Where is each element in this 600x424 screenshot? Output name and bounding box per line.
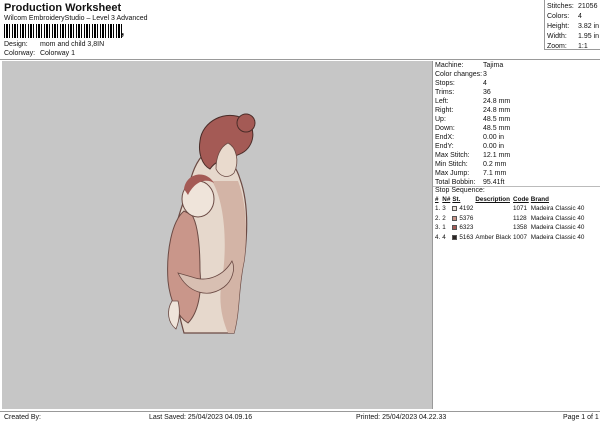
info-color-changes: Color changes:3	[435, 71, 487, 78]
footer-created-by: Created By:	[4, 414, 41, 421]
design-preview	[2, 61, 432, 409]
info-stops: Stops: 4	[435, 80, 487, 87]
stop-sequence-header: # N# St. Description Code Brand	[434, 195, 585, 204]
color-swatch	[452, 225, 458, 231]
info-up: Up: 48.5 mm	[435, 116, 511, 123]
color-swatch	[452, 215, 458, 221]
info-machine: Machine: Tajima	[435, 62, 504, 69]
hair-bun	[236, 113, 256, 133]
page-title: Production Worksheet	[4, 2, 122, 14]
header-divider	[0, 59, 600, 60]
barcode-comma: ,	[121, 24, 125, 38]
table-row: 4. 4 5163 Amber Black 1007 Madeira Class…	[435, 233, 585, 241]
footer-last-saved: Last Saved: 25/04/2023 04.09.16	[149, 414, 253, 421]
stop-sequence-table: # N# St. Description Code Brand 1. 3 419…	[434, 195, 585, 242]
info-endy: EndY: 0.00 in	[435, 143, 505, 150]
app-subtitle: Wilcom EmbroideryStudio – Level 3 Advanc…	[4, 15, 148, 22]
col-brand: Brand	[530, 196, 549, 203]
footer-page: Page 1 of 1	[563, 414, 599, 421]
info-min-stitch: Min Stitch: 0.2 mm	[435, 161, 507, 168]
stat-height: Height: 3.82 in	[547, 23, 600, 30]
info-left: Left: 24.8 mm	[435, 98, 511, 105]
stop-sequence-title: Stop Sequence:	[435, 187, 485, 194]
col-n: N#	[442, 196, 451, 203]
colorway-label: Colorway:	[4, 50, 36, 57]
footer-printed: Printed: 25/04/2023 04.22.33	[356, 414, 447, 421]
stat-width: Width: 1.95 in	[547, 33, 600, 40]
color-swatch	[452, 206, 458, 212]
color-swatch	[452, 234, 458, 240]
table-row: 2. 2 5376 1128 Madeira Classic 40	[435, 214, 585, 222]
table-row: 1. 3 4192 1071 Madeira Classic 40	[435, 205, 585, 213]
stat-stitches: Stitches: 21056	[547, 3, 598, 10]
colorway-value: Colorway 1	[39, 50, 75, 57]
footer: Created By: Last Saved: 25/04/2023 04.09…	[0, 411, 600, 424]
info-max-stitch: Max Stitch: 12.1 mm	[435, 152, 511, 159]
design-row: Design: mom and child 3,8IN	[4, 41, 104, 48]
stat-zoom: Zoom: 1:1	[547, 43, 588, 50]
info-down: Down: 48.5 mm	[435, 125, 511, 132]
info-max-jump: Max Jump: 7.1 mm	[435, 170, 507, 177]
child-arm	[168, 300, 180, 330]
info-trims: Trims: 36	[435, 89, 491, 96]
embroidery-design-image	[167, 113, 256, 334]
top-stats-panel: Stitches: 21056 Colors: 4 Height: 3.82 in W…	[544, 0, 600, 50]
info-endx: EndX: 0.00 in	[435, 134, 505, 141]
table-row: 3. 1 6323 1358 Madeira Classic 40	[435, 224, 585, 232]
design-value: mom and child 3,8IN	[39, 41, 105, 48]
machine-info-panel: Machine: Tajima Color changes:3 Stops: 4 T…	[432, 61, 600, 409]
design-label: Design:	[4, 41, 28, 48]
col-hash: #	[435, 196, 439, 203]
col-description: Description	[475, 196, 510, 203]
stat-colors: Colors: 4	[547, 13, 582, 20]
col-code: Code	[513, 196, 529, 203]
colorway-row: Colorway: Colorway 1	[4, 50, 75, 57]
col-st: St.	[452, 196, 461, 203]
barcode	[4, 24, 122, 38]
info-right: Right: 24.8 mm	[435, 107, 511, 114]
